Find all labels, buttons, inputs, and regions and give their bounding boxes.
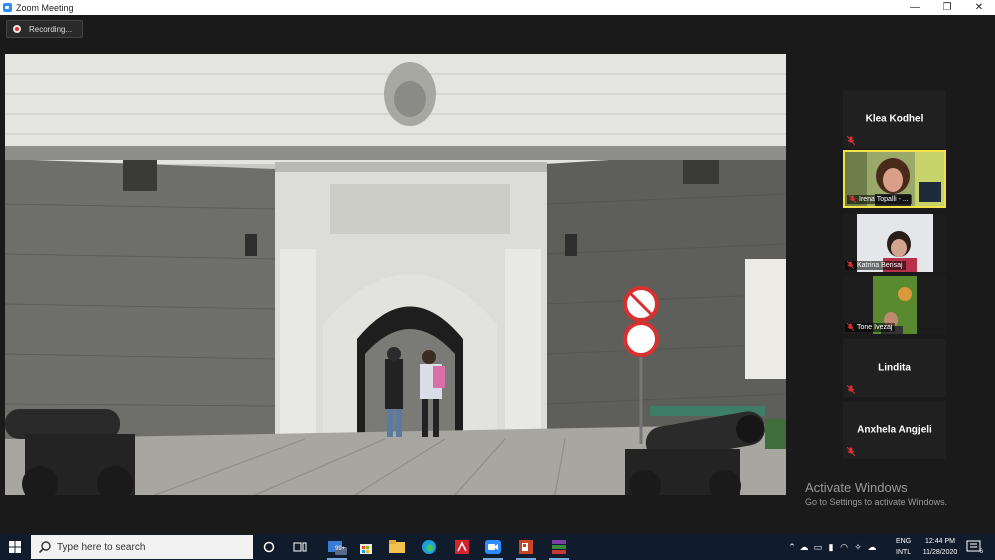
- record-icon: [13, 25, 21, 33]
- recording-indicator[interactable]: Recording...: [6, 20, 84, 38]
- participant-tile[interactable]: Katrina Berisaj: [843, 214, 946, 272]
- notification-badge: 99+: [335, 546, 346, 552]
- taskbar-app-edge[interactable]: [419, 537, 439, 557]
- search-placeholder: Type here to search: [57, 541, 146, 553]
- activate-windows-subtitle: Go to Settings to activate Windows.: [805, 497, 948, 507]
- muted-mic-icon: [847, 261, 854, 269]
- participant-tile-active-speaker[interactable]: Irena Topalli - ...: [843, 150, 946, 208]
- muted-mic-icon: [847, 447, 855, 456]
- cortana-button[interactable]: [259, 537, 279, 557]
- participant-video-label: Tone Ivezaj: [845, 323, 896, 332]
- start-button[interactable]: [0, 534, 30, 560]
- participant-tile[interactable]: Lindita: [843, 339, 946, 397]
- onedrive-icon[interactable]: ☁: [865, 542, 879, 553]
- windows-taskbar: Type here to search 99+ ⌃ ☁ ▭ ▮ ◠ ✧ ☁ EN…: [0, 534, 995, 560]
- wifi-icon[interactable]: ◠: [837, 542, 851, 553]
- participant-name: Tone Ivezaj: [857, 324, 893, 331]
- powerpoint-icon: [519, 540, 533, 554]
- onedrive-cloud-icon[interactable]: ☁: [797, 542, 811, 553]
- zoom-camera-icon: [485, 540, 501, 554]
- participant-name: Klea Kodhel: [865, 113, 924, 125]
- system-tray: ⌃ ☁ ▭ ▮ ◠ ✧ ☁: [787, 534, 879, 560]
- store-bag-icon: [360, 544, 372, 554]
- recording-label: Recording...: [29, 24, 73, 34]
- participant-tile[interactable]: Klea Kodhel: [843, 90, 946, 148]
- main-video-feed[interactable]: [5, 54, 786, 495]
- participant-name: Anxhela Angjeli: [857, 424, 932, 436]
- minimize-button[interactable]: —: [899, 0, 931, 15]
- windows-logo-icon: [9, 541, 21, 553]
- language-code: ENG: [896, 538, 912, 545]
- clock-time: 12:44 PM: [925, 538, 955, 545]
- microphone-icon[interactable]: ▮: [825, 542, 837, 553]
- acrobat-pdf-icon: [455, 540, 469, 554]
- muted-mic-icon: [847, 323, 854, 331]
- muted-mic-icon: [847, 385, 855, 394]
- participant-tile[interactable]: Tone Ivezaj: [843, 276, 946, 334]
- cortana-circle-icon: [263, 541, 275, 553]
- keyboard-layout: INTL: [896, 549, 912, 556]
- participant-tile[interactable]: Anxhela Angjeli: [843, 401, 946, 459]
- taskbar-app-store[interactable]: [356, 537, 376, 557]
- action-center-button[interactable]: 6: [966, 539, 983, 555]
- taskbar-app-acrobat[interactable]: [452, 537, 472, 557]
- participant-video-label: Irena Topalli - ...: [847, 195, 912, 204]
- folder-icon: [389, 540, 405, 553]
- muted-mic-icon: [849, 195, 856, 203]
- taskbar-app-file-explorer[interactable]: [387, 537, 407, 557]
- participant-name: Lindita: [878, 362, 911, 374]
- taskbar-app-powerpoint[interactable]: [516, 537, 536, 560]
- participant-video-label: Katrina Berisaj: [845, 261, 906, 270]
- taskbar-app-winrar[interactable]: [549, 537, 569, 560]
- participant-name: Irena Topalli - ...: [859, 196, 909, 203]
- task-view-button[interactable]: [290, 537, 310, 557]
- activate-windows-watermark: Activate Windows Go to Settings to activ…: [805, 480, 947, 507]
- participant-name: Katrina Berisaj: [857, 262, 903, 269]
- taskbar-app-photos[interactable]: 99+: [327, 537, 347, 560]
- muted-mic-icon: [847, 136, 855, 145]
- taskbar-search-box[interactable]: Type here to search: [31, 535, 253, 559]
- taskbar-app-zoom[interactable]: [483, 537, 503, 560]
- winrar-archive-icon: [552, 540, 566, 554]
- window-titlebar: Zoom Meeting — ❐ ✕: [0, 0, 995, 15]
- eject-usb-icon[interactable]: ▭: [811, 542, 825, 553]
- clock-date: 11/28/2020: [922, 549, 958, 556]
- dropbox-icon[interactable]: ✧: [851, 542, 865, 553]
- taskbar-clock[interactable]: 12:44 PM 11/28/2020: [918, 536, 962, 558]
- window-controls: — ❐ ✕: [899, 0, 995, 15]
- close-button[interactable]: ✕: [963, 0, 995, 15]
- tray-chevron-up-icon[interactable]: ⌃: [787, 542, 797, 553]
- window-title: Zoom Meeting: [16, 2, 74, 13]
- zoom-app-icon: [3, 3, 12, 12]
- search-icon: [39, 541, 51, 553]
- edge-browser-icon: [422, 540, 436, 554]
- input-language-indicator[interactable]: ENG INTL: [896, 536, 911, 558]
- task-view-icon: [293, 542, 307, 552]
- activate-windows-title: Activate Windows: [805, 480, 908, 495]
- city-gate-video-image: [5, 54, 786, 495]
- maximize-button[interactable]: ❐: [931, 0, 963, 15]
- notification-count: 6: [979, 549, 983, 555]
